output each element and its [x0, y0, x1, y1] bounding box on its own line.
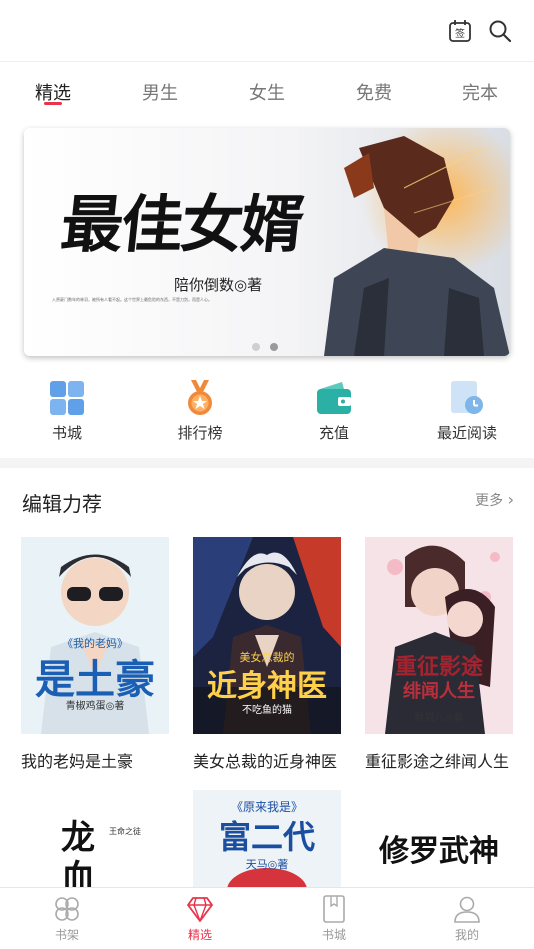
- quick-link-recharge[interactable]: 充值: [279, 372, 389, 443]
- bookshelf-icon: [52, 894, 82, 924]
- cover-title: 近身神医: [207, 669, 327, 704]
- active-tab-indicator: [44, 102, 62, 105]
- tab-completed[interactable]: 完本: [440, 79, 520, 105]
- tab-female[interactable]: 女生: [227, 79, 307, 105]
- book-cover: 重征影途 绯闻人生 胖猫儿◎著: [365, 537, 513, 734]
- promo-banner[interactable]: 最佳女婿 陪你倒数◎著 入赘豪门数年的林羽，被所有人看不起。这个世界上最危险的东…: [24, 128, 510, 356]
- book-title: 我的老妈是土豪: [21, 752, 134, 771]
- nav-bookshelf[interactable]: 书架: [27, 894, 107, 943]
- book-card[interactable]: 重征影途 绯闻人生 胖猫儿◎著 重征影途之绯闻人生: [365, 537, 513, 772]
- profile-icon: [452, 894, 482, 924]
- wallet-icon: [316, 380, 352, 416]
- cover-author: 胖猫儿◎著: [414, 713, 464, 724]
- book-title: 美女总裁的近身神医: [193, 752, 338, 771]
- quick-links: 书城 排行榜 充值 最近阅读: [0, 372, 534, 452]
- checkin-calendar-icon[interactable]: 签: [447, 18, 473, 44]
- quick-link-label: 充值: [318, 424, 349, 442]
- quick-link-bookstore[interactable]: 书城: [12, 372, 122, 443]
- book-icon: [319, 894, 349, 924]
- more-label: 更多: [475, 493, 504, 509]
- cover-title: 修罗武神: [379, 834, 499, 869]
- cover-author: 天马◎著: [245, 858, 289, 871]
- book-card[interactable]: 美女总裁的 近身神医 不吃鱼的猫 美女总裁的近身神医: [193, 537, 341, 772]
- quick-link-ranking[interactable]: 排行榜: [145, 372, 255, 443]
- quick-link-recent-reading[interactable]: 最近阅读: [412, 372, 522, 443]
- cover-title: 龙血: [61, 818, 95, 890]
- cover-author: 不吃鱼的猫: [242, 705, 292, 716]
- nav-label: 书城: [321, 928, 346, 942]
- carousel-dot[interactable]: [252, 343, 260, 351]
- nav-featured[interactable]: 精选: [160, 894, 240, 943]
- tab-male[interactable]: 男生: [120, 79, 200, 105]
- checkin-glyph: 签: [455, 27, 465, 40]
- more-link[interactable]: 更多 ›: [475, 490, 514, 510]
- tab-free[interactable]: 免费: [334, 79, 414, 105]
- top-bar: 签: [0, 0, 534, 62]
- book-card[interactable]: 修罗武神: [365, 790, 513, 890]
- quick-link-label: 排行榜: [177, 424, 223, 442]
- nav-label: 精选: [187, 928, 212, 942]
- quick-link-label: 最近阅读: [436, 424, 497, 442]
- cover-subtitle: 绯闻人生: [403, 681, 475, 702]
- nav-profile[interactable]: 我的: [427, 894, 507, 943]
- book-card[interactable]: 《我的老妈》 是土豪 青椒鸡蛋◎著 我的老妈是土豪: [21, 537, 169, 772]
- banner-title: 最佳女婿: [57, 188, 306, 261]
- carousel-dot-active[interactable]: [270, 343, 278, 351]
- book-cover: 美女总裁的 近身神医 不吃鱼的猫: [193, 537, 341, 734]
- grid-icon: [49, 380, 85, 416]
- cover-author: 王命之徒: [109, 827, 141, 836]
- book-card[interactable]: 龙血 王命之徒: [21, 790, 169, 890]
- nav-bookstore[interactable]: 书城: [294, 894, 374, 943]
- bottom-nav: 书架 精选 书城 我的: [0, 887, 534, 949]
- banner-description: 入赘豪门数年的林羽，被所有人看不起。这个世界上最危险的东西，不是刀剑，而是人心。: [52, 297, 212, 302]
- recent-reading-icon: [449, 380, 485, 416]
- book-card[interactable]: 《原来我是》 富二代 天马◎著: [193, 790, 341, 890]
- section-divider: [0, 458, 534, 468]
- nav-label: 书架: [54, 928, 79, 942]
- section-title: 编辑力荐: [22, 492, 102, 516]
- diamond-icon: [185, 894, 215, 924]
- category-tabs: 精选 男生 女生 免费 完本: [0, 62, 534, 122]
- cover-title: 富二代: [218, 818, 315, 856]
- chevron-right-icon: ›: [507, 490, 514, 509]
- medal-icon: [182, 380, 218, 416]
- quick-link-label: 书城: [51, 424, 82, 442]
- book-cover: 《我的老妈》 是土豪 青椒鸡蛋◎著: [21, 537, 169, 734]
- carousel-dots: [252, 336, 288, 355]
- banner-author: 陪你倒数◎著: [174, 276, 263, 294]
- nav-label: 我的: [454, 928, 479, 942]
- cover-author: 青椒鸡蛋◎著: [65, 701, 125, 712]
- search-icon[interactable]: [487, 18, 513, 44]
- book-title: 重征影途之绯闻人生: [365, 752, 510, 771]
